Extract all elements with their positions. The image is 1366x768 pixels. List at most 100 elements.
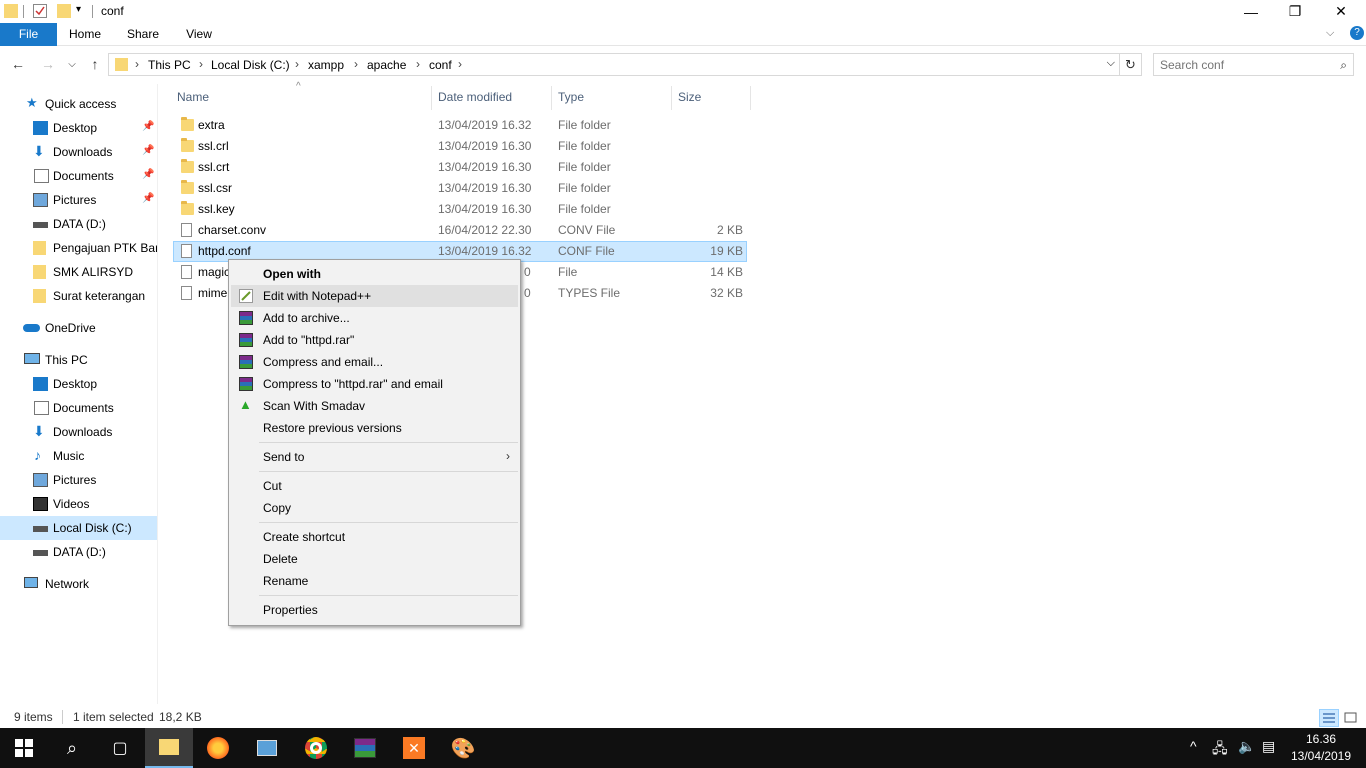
sidebar-item-local-disk-c[interactable]: Local Disk (C:) (0, 516, 157, 540)
sidebar-item-pc-pictures[interactable]: Pictures (0, 468, 157, 492)
sidebar-item-pictures[interactable]: Pictures 📌 (0, 188, 157, 212)
taskbar-chrome[interactable] (292, 728, 340, 768)
expand-ribbon-icon[interactable]: ⌵ (1326, 27, 1334, 40)
menu-item-restore-versions[interactable]: Restore previous versions (231, 417, 518, 439)
back-button[interactable]: ← (8, 54, 28, 74)
sidebar-item-pc-desktop[interactable]: Desktop (0, 372, 157, 396)
taskbar-firefox[interactable] (194, 728, 242, 768)
menu-item-delete[interactable]: Delete (231, 548, 518, 570)
table-row[interactable]: charset.conv 16/04/2012 22.30 CONV File … (173, 220, 747, 241)
new-folder-icon[interactable] (57, 4, 71, 18)
help-icon[interactable]: ? (1350, 26, 1364, 40)
breadcrumb-local-disk[interactable]: Local Disk (C:) (211, 58, 290, 72)
breadcrumb-xampp[interactable]: xampp (308, 58, 344, 72)
chevron-right-icon[interactable]: › (416, 57, 420, 71)
chevron-right-icon[interactable]: › (458, 57, 462, 71)
menu-item-compress-rar-email[interactable]: Compress to "httpd.rar" and email (231, 373, 518, 395)
sidebar-item-data-d[interactable]: DATA (D:) (0, 212, 157, 236)
menu-item-add-archive[interactable]: Add to archive... (231, 307, 518, 329)
menu-item-compress-email[interactable]: Compress and email... (231, 351, 518, 373)
chevron-down-icon[interactable]: ⌵ (1107, 57, 1115, 70)
sidebar-item-desktop[interactable]: Desktop 📌 (0, 116, 157, 140)
task-view-button[interactable]: ▢ (96, 728, 144, 768)
address-bar[interactable]: › This PC › Local Disk (C:) › xampp › ap… (108, 53, 1120, 76)
chevron-right-icon[interactable]: › (354, 57, 358, 71)
sidebar-item-pc-data-d[interactable]: DATA (D:) (0, 540, 157, 564)
sidebar-item-pc-downloads[interactable]: ⬇ Downloads (0, 420, 157, 444)
search-input[interactable] (1160, 57, 1330, 73)
menu-item-label: Properties (263, 603, 318, 617)
menu-item-send-to[interactable]: Send to › (231, 446, 518, 468)
sidebar-item-pengajuan[interactable]: Pengajuan PTK Baru (0, 236, 157, 260)
column-header-name[interactable]: Name (177, 90, 209, 104)
pin-icon[interactable]: 📌 (142, 121, 154, 132)
minimize-button[interactable]: — (1228, 0, 1274, 23)
action-center-icon[interactable]: ▤ (1262, 738, 1275, 755)
chevron-right-icon[interactable]: › (199, 57, 203, 71)
taskbar-xampp[interactable]: ✕ (390, 728, 438, 768)
sidebar-item-this-pc[interactable]: This PC (0, 348, 157, 372)
details-view-button[interactable] (1319, 709, 1339, 727)
search-box[interactable]: ⌕ (1153, 53, 1354, 76)
recent-locations-button[interactable]: ⌵ (62, 54, 82, 74)
close-button[interactable]: ✕ (1318, 0, 1364, 23)
forward-button[interactable]: → (38, 54, 58, 74)
chevron-right-icon[interactable]: › (135, 57, 139, 71)
sidebar-item-smk-alirsyd[interactable]: SMK ALIRSYD (0, 260, 157, 284)
chevron-right-icon[interactable]: › (295, 57, 299, 71)
tab-view[interactable]: View (176, 23, 222, 46)
network-icon[interactable]: 🖧 (1212, 738, 1228, 762)
column-header-size[interactable]: Size (678, 90, 701, 104)
pin-icon[interactable]: 📌 (142, 169, 154, 180)
tab-file[interactable]: File (0, 23, 57, 46)
sidebar-item-documents[interactable]: Documents 📌 (0, 164, 157, 188)
smadav-icon: ▲ (239, 397, 252, 412)
breadcrumb-apache[interactable]: apache (367, 58, 406, 72)
sidebar-item-downloads[interactable]: ⬇ Downloads 📌 (0, 140, 157, 164)
chevron-down-icon[interactable]: ▾ (76, 4, 81, 15)
breadcrumb-conf[interactable]: conf (429, 58, 452, 72)
sidebar-item-pc-documents[interactable]: Documents (0, 396, 157, 420)
sidebar-item-pc-videos[interactable]: Videos (0, 492, 157, 516)
restore-button[interactable]: ❐ (1272, 0, 1318, 23)
menu-item-add-rar[interactable]: Add to "httpd.rar" (231, 329, 518, 351)
search-button[interactable]: ⌕ (48, 728, 96, 768)
refresh-button[interactable]: ↻ (1120, 53, 1142, 76)
sidebar-item-network[interactable]: Network (0, 572, 157, 596)
taskbar-control-panel[interactable] (243, 728, 291, 768)
start-button[interactable] (0, 728, 48, 768)
table-row[interactable]: ssl.key 13/04/2019 16.30 File folder (173, 199, 747, 220)
menu-item-open-with[interactable]: Open with (231, 263, 518, 285)
table-row[interactable]: extra 13/04/2019 16.32 File folder (173, 115, 747, 136)
breadcrumb-this-pc[interactable]: This PC (148, 58, 191, 72)
sidebar-item-surat[interactable]: Surat keterangan (0, 284, 157, 308)
volume-icon[interactable]: 🔈 (1238, 738, 1255, 755)
menu-item-scan-smadav[interactable]: ▲ Scan With Smadav (231, 395, 518, 417)
clock[interactable]: 16.36 13/04/2019 (1288, 731, 1354, 765)
menu-item-properties[interactable]: Properties (231, 599, 518, 621)
table-row[interactable]: ssl.crl 13/04/2019 16.30 File folder (173, 136, 747, 157)
menu-item-copy[interactable]: Copy (231, 497, 518, 519)
taskbar-winrar[interactable] (341, 728, 389, 768)
sidebar-item-onedrive[interactable]: OneDrive (0, 316, 157, 340)
column-header-type[interactable]: Type (558, 90, 584, 104)
tab-share[interactable]: Share (118, 23, 168, 46)
menu-item-edit-notepad[interactable]: Edit with Notepad++ (231, 285, 518, 307)
up-button[interactable]: ↑ (85, 54, 105, 74)
taskbar-paint[interactable]: 🎨 (439, 728, 487, 768)
menu-item-cut[interactable]: Cut (231, 475, 518, 497)
column-header-date[interactable]: Date modified (438, 90, 512, 104)
table-row[interactable]: ssl.crt 13/04/2019 16.30 File folder (173, 157, 747, 178)
pin-icon[interactable]: 📌 (142, 193, 154, 204)
menu-item-rename[interactable]: Rename (231, 570, 518, 592)
show-hidden-icons-icon[interactable]: ^ (1190, 738, 1197, 754)
taskbar-file-explorer[interactable] (145, 728, 193, 768)
large-icons-view-button[interactable] (1341, 709, 1361, 727)
tab-home[interactable]: Home (60, 23, 110, 46)
table-row[interactable]: ssl.csr 13/04/2019 16.30 File folder (173, 178, 747, 199)
sidebar-item-quick-access[interactable]: ★ Quick access (0, 92, 157, 116)
pin-icon[interactable]: 📌 (142, 145, 154, 156)
properties-icon[interactable] (33, 4, 47, 18)
sidebar-item-pc-music[interactable]: ♪ Music (0, 444, 157, 468)
menu-item-create-shortcut[interactable]: Create shortcut (231, 526, 518, 548)
